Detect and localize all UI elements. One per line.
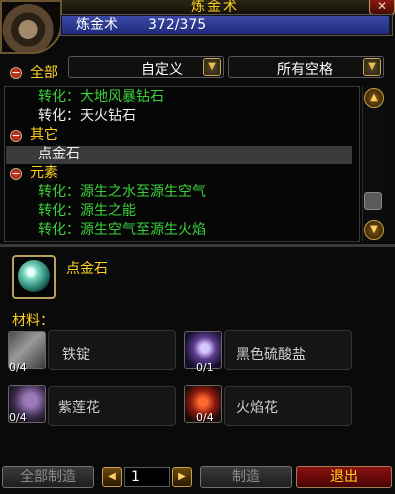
recipe-item[interactable]: 转化：大地风暴钻石 <box>38 88 164 107</box>
scroll-thumb[interactable] <box>364 192 382 210</box>
category-header[interactable]: 其它 <box>30 126 58 145</box>
create-all-button[interactable]: 全部制造 <box>2 466 94 488</box>
skill-rank-value: 372/375 <box>148 17 207 33</box>
arrow-left-icon: ◀ <box>108 471 116 482</box>
recipe-list-scrollbar[interactable] <box>362 86 387 242</box>
arrow-right-icon: ▶ <box>178 471 186 482</box>
decrement-button[interactable]: ◀ <box>102 467 122 487</box>
recipe-item[interactable]: 转化：天火钻石 <box>38 107 136 126</box>
category-header[interactable]: 元素 <box>30 164 58 183</box>
collapse-all-button[interactable]: − <box>10 67 22 79</box>
profession-portrait <box>0 0 62 54</box>
material-count: 0/4 <box>196 411 214 424</box>
inventory-slot-dropdown[interactable]: 所有空格 ▼ <box>228 56 384 78</box>
recipe-item-selected[interactable]: 点金石 <box>38 145 80 164</box>
scroll-up-button[interactable]: ▲ <box>364 88 384 108</box>
material-name: 火焰花 <box>236 400 278 416</box>
scroll-down-button[interactable]: ▼ <box>364 220 384 240</box>
recipe-item[interactable]: 转化：源生之水至源生空气 <box>38 183 206 202</box>
chevron-down-icon: ▼ <box>203 58 221 76</box>
close-button[interactable]: ✕ <box>369 0 395 15</box>
material-count: 0/4 <box>9 411 27 424</box>
close-icon: ✕ <box>376 0 388 13</box>
recipe-item[interactable]: 转化：源生空气至源生火焰 <box>38 221 206 240</box>
section-divider <box>0 244 395 247</box>
material-count: 0/4 <box>9 361 27 374</box>
minus-icon: − <box>11 66 21 79</box>
selected-item-name: 点金石 <box>66 261 108 277</box>
materials-label: 材料： <box>12 313 54 329</box>
chevron-down-icon: ▼ <box>363 58 381 76</box>
create-button[interactable]: 制造 <box>200 466 292 488</box>
window-title: 炼金术 <box>191 0 239 15</box>
quantity-input[interactable]: 1 <box>124 467 170 487</box>
subclass-dropdown[interactable]: 自定义 ▼ <box>68 56 224 78</box>
chevron-up-icon: ▲ <box>370 92 378 103</box>
minus-icon: − <box>11 129 21 142</box>
material-count: 0/1 <box>196 361 214 374</box>
minus-icon: − <box>11 167 21 180</box>
category-collapse-button[interactable]: − <box>10 130 22 142</box>
category-collapse-button[interactable]: − <box>10 168 22 180</box>
increment-button[interactable]: ▶ <box>172 467 192 487</box>
recipe-item[interactable]: 转化：源生之能 <box>38 202 136 221</box>
slot-dropdown-value: 所有空格 <box>277 62 333 78</box>
material-name: 铁锭 <box>62 347 90 363</box>
material-name: 紫莲花 <box>58 400 100 416</box>
collapse-all-label: 全部 <box>30 65 58 81</box>
material-name: 黑色硫酸盐 <box>236 347 306 363</box>
philosophers-stone-icon <box>18 260 50 292</box>
chevron-down-icon: ▼ <box>370 224 378 235</box>
exit-button[interactable]: 退出 <box>296 466 392 488</box>
skill-name: 炼金术 <box>76 17 118 33</box>
subclass-dropdown-value: 自定义 <box>141 62 183 78</box>
